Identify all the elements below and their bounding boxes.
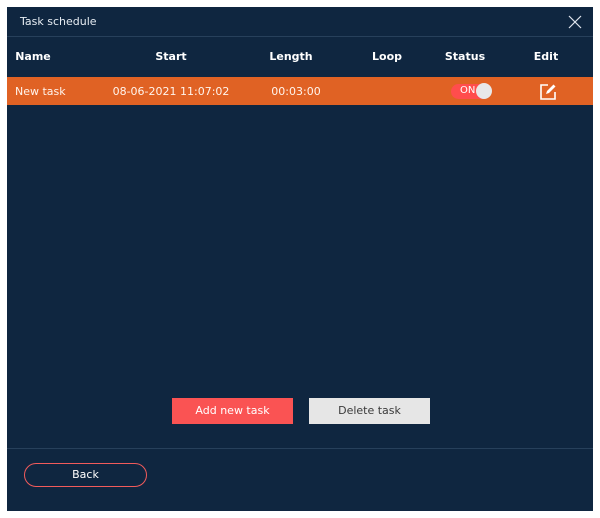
status-toggle[interactable]: ON (451, 83, 492, 99)
column-header-name: Name (15, 50, 51, 63)
delete-task-button[interactable]: Delete task (309, 398, 430, 424)
edit-icon[interactable] (539, 83, 557, 101)
column-header-start: Start (155, 50, 187, 63)
column-header-status: Status (444, 50, 486, 63)
column-header-loop: Loop (372, 50, 402, 63)
column-header-length: Length (269, 50, 313, 63)
add-new-task-button[interactable]: Add new task (172, 398, 293, 424)
table-header: Name Start Length Loop Status Edit (7, 37, 593, 77)
close-icon[interactable] (565, 12, 585, 32)
dialog-title: Task schedule (20, 15, 97, 28)
column-header-edit: Edit (533, 50, 559, 63)
task-name: New task (15, 85, 66, 98)
task-start: 08-06-2021 11:07:02 (112, 85, 230, 98)
task-schedule-dialog: Task schedule Name Start Length Loop Sta… (7, 7, 593, 511)
footer-divider (7, 448, 593, 449)
back-button[interactable]: Back (24, 463, 147, 487)
table-row[interactable]: New task 08-06-2021 11:07:02 00:03:00 ON (7, 77, 593, 105)
status-toggle-knob (476, 83, 492, 99)
title-bar: Task schedule (7, 7, 593, 37)
status-toggle-label: ON (460, 85, 476, 96)
task-length: 00:03:00 (271, 85, 321, 98)
